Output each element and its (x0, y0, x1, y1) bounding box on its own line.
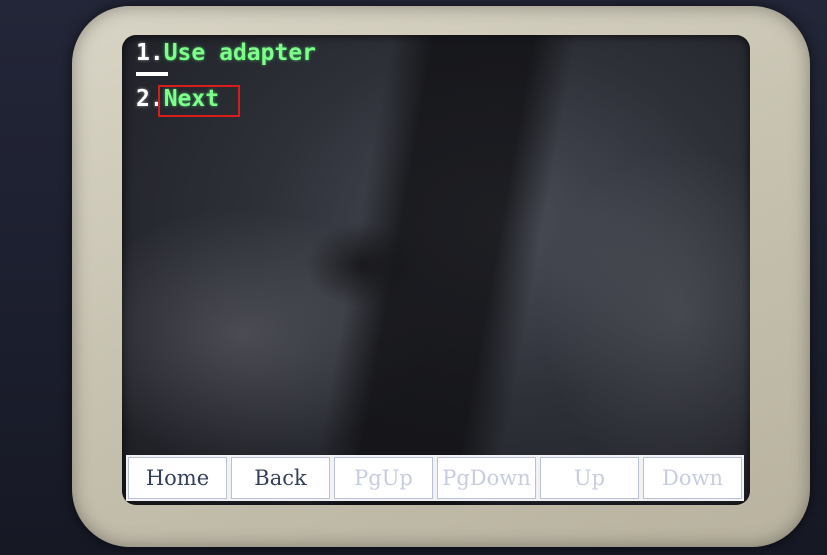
device-body: 1.Use adapter 2.Next Home Back PgUp PgDo… (0, 0, 827, 555)
back-button[interactable]: Back (231, 457, 330, 499)
home-button[interactable]: Home (128, 457, 227, 499)
bottom-toolbar: Home Back PgUp PgDown Up Down (126, 455, 744, 501)
lcd-screen: 1.Use adapter 2.Next Home Back PgUp PgDo… (122, 35, 750, 505)
menu-item-label: Use adapter (163, 40, 317, 66)
highlight-box (158, 85, 240, 117)
down-button[interactable]: Down (643, 457, 742, 499)
up-button[interactable]: Up (540, 457, 639, 499)
selection-cursor (136, 72, 168, 76)
menu-item-number: 1. (136, 40, 164, 66)
page-up-button[interactable]: PgUp (334, 457, 433, 499)
page-down-button[interactable]: PgDown (437, 457, 536, 499)
menu-item-use-adapter[interactable]: 1.Use adapter (136, 39, 316, 67)
